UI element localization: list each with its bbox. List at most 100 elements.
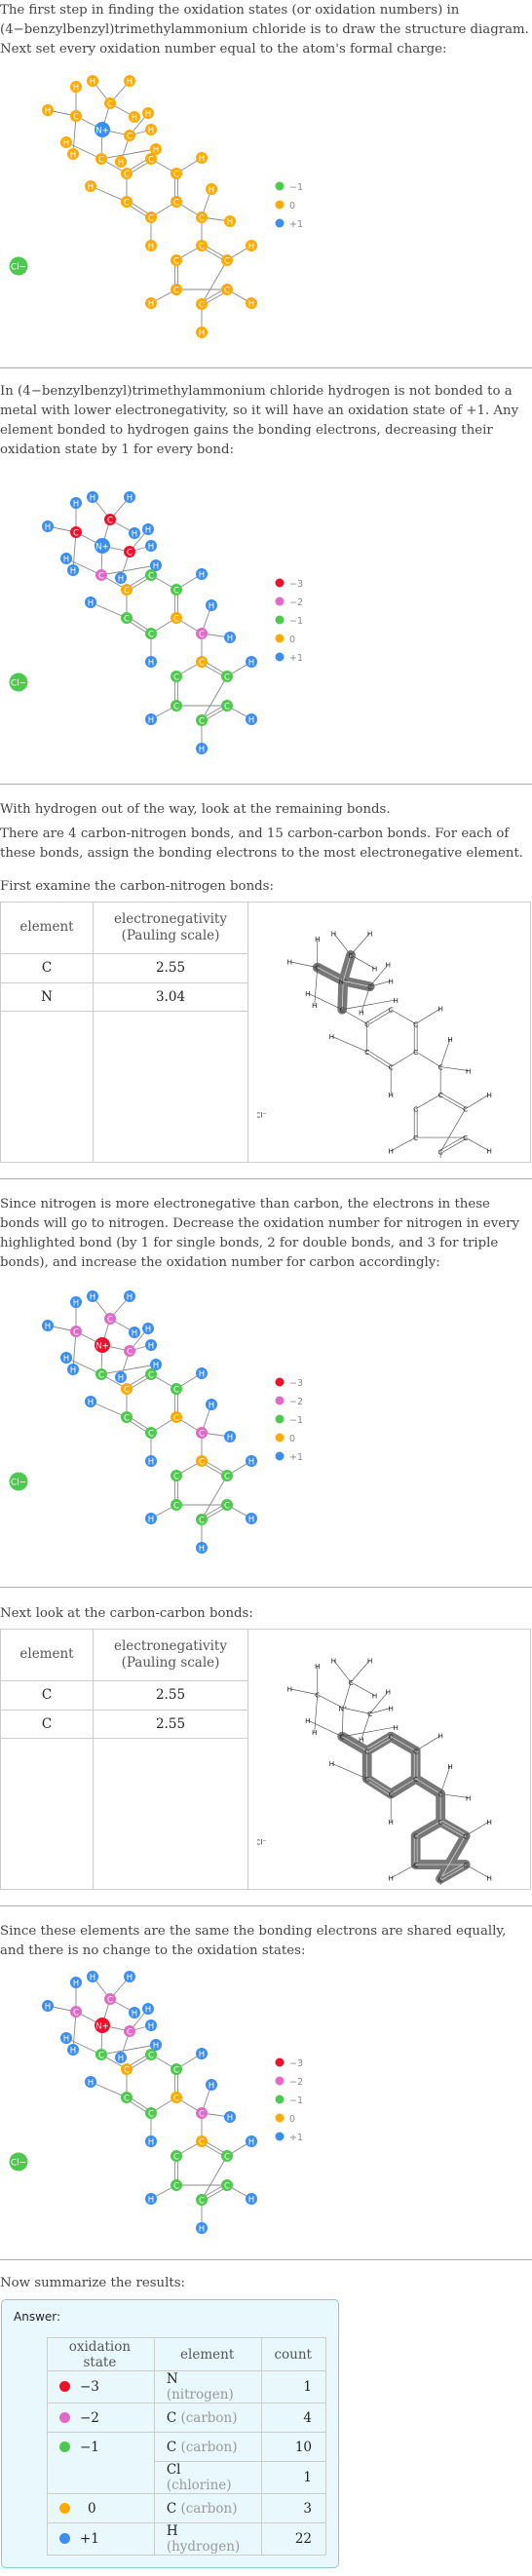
bond [90, 1401, 128, 1418]
element-symbol: C [166, 2409, 181, 2426]
atom-label: C [127, 549, 133, 558]
divider [0, 367, 532, 368]
legend-label: +1 [289, 1452, 303, 1463]
legend-label: +1 [289, 653, 303, 664]
atom-label: H [248, 300, 254, 310]
bond [313, 967, 318, 1005]
atom-label: H [148, 2138, 154, 2148]
empty-cell [93, 1738, 248, 1890]
state-label: −1 [80, 2439, 99, 2455]
oxidation-state-cell: −3 [47, 2370, 155, 2403]
oxidation-state-cell: −2 [47, 2403, 155, 2433]
atom-label: H [359, 1736, 364, 1745]
atom-label: C [173, 1386, 179, 1396]
nitrogen-text: Since nitrogen is more electronegative t… [0, 1197, 519, 1270]
atom-label: C [148, 1430, 154, 1440]
atom-label: C [173, 2153, 179, 2163]
atom-label: H [63, 1355, 69, 1365]
atom-label: C [199, 717, 205, 727]
oxidation-state-cell: 0 [47, 2493, 155, 2523]
atom-label: C [173, 199, 179, 209]
bond [201, 2155, 228, 2201]
atom-label: C [173, 1414, 179, 1424]
atom-label: H [90, 78, 95, 88]
atom-label: H [199, 329, 205, 339]
element-cell: N [0, 981, 94, 1013]
atom-label: H [447, 1035, 453, 1044]
atom-label: H [73, 500, 79, 510]
atom-label: C [199, 243, 205, 252]
atom-label: N+ [95, 127, 108, 136]
atom-label: H [388, 1091, 394, 1099]
atom-label: H [148, 1516, 154, 1525]
count-cell: 10 [261, 2432, 326, 2462]
legend-swatch [275, 200, 285, 210]
structure-diagram-after-cn: H H H C H C H H N+ C H H H C H H C H C C H C C H C C H H C H C C C C H C H H C… [0, 1273, 532, 1575]
atom-label: H [227, 218, 233, 228]
bond [330, 1762, 367, 1780]
legend-swatch [275, 2113, 285, 2123]
atom-label: H [148, 1458, 154, 1468]
atom-label: H [132, 530, 137, 540]
atom-label: C [413, 1134, 418, 1142]
atom-label: C [124, 1386, 130, 1396]
atom-label: C [124, 199, 130, 209]
atom-label: H [199, 2225, 205, 2235]
atom-label: C [348, 951, 353, 960]
atom-label: C [173, 2095, 179, 2104]
atom-label: H [88, 599, 94, 609]
legend-label: −3 [289, 2058, 303, 2069]
bond [313, 1694, 318, 1732]
legend-label: −2 [289, 597, 303, 608]
atom-label: C [148, 214, 154, 224]
atom-label: H [385, 1688, 391, 1697]
atom-label: C [173, 615, 179, 625]
atom-label: H [45, 2003, 51, 2013]
atom-label: H [88, 1399, 94, 1408]
atom-label: C [199, 659, 205, 669]
atom-label: H [148, 659, 154, 669]
atom-label: H [385, 961, 391, 970]
atom-label: H [314, 1662, 320, 1671]
atom-label: C [127, 1348, 133, 1358]
summary-row: Cl (chlorine) 1 [47, 2461, 326, 2494]
atom-label: H [388, 1704, 394, 1712]
atom-label: C [413, 1048, 418, 1057]
atom-label: C [315, 964, 320, 973]
legend-swatch [275, 2057, 285, 2067]
cn-bond-diagram: HHHCHCHHN⁺CHHHCHHCHCCHCCHCCHHCHCCCCHCHHC… [247, 902, 531, 1184]
answer-label: Answer: [14, 2310, 61, 2324]
header-element: element [0, 902, 94, 954]
bond [90, 2081, 128, 2098]
element-cell: H (hydrogen) [153, 2522, 263, 2556]
atom-label: C [463, 1134, 468, 1142]
atom-label: H [118, 575, 124, 585]
atom-label: C [315, 1691, 320, 1700]
atom-label: C [124, 171, 130, 180]
atom-label: C [73, 2009, 79, 2019]
atom-label: H [118, 159, 124, 169]
atom-label: H [248, 2138, 254, 2148]
atom-label: C [413, 1775, 418, 1784]
atom-label: H [45, 523, 51, 533]
count-cell: 3 [261, 2493, 326, 2523]
bond [90, 601, 128, 619]
header-oxidation-state: oxidation state [47, 2337, 155, 2371]
bond [330, 1035, 367, 1053]
atom-label: C [437, 1091, 442, 1099]
legend-swatch [275, 1451, 285, 1461]
atom-label: C [124, 615, 130, 625]
structure-diagram-final: H H H C H C H H N+ C H H H C H H C H C C H C C H C C H H C H C C C C H C H H C… [0, 1961, 532, 2249]
atom-label: C [127, 2028, 133, 2038]
atom-label: Cl⁻ [257, 1111, 267, 1120]
atom-label: C [98, 1371, 104, 1381]
divider [0, 1178, 532, 1179]
atom-label: H [388, 977, 394, 985]
atom-label: H [393, 1723, 399, 1732]
atom-label: C [437, 1148, 442, 1157]
atom-label: H [248, 716, 254, 726]
bond [415, 1094, 440, 1109]
atom-label: H [465, 1793, 471, 1802]
atom-label: H [45, 1323, 51, 1332]
atom-label: C [199, 2138, 205, 2148]
